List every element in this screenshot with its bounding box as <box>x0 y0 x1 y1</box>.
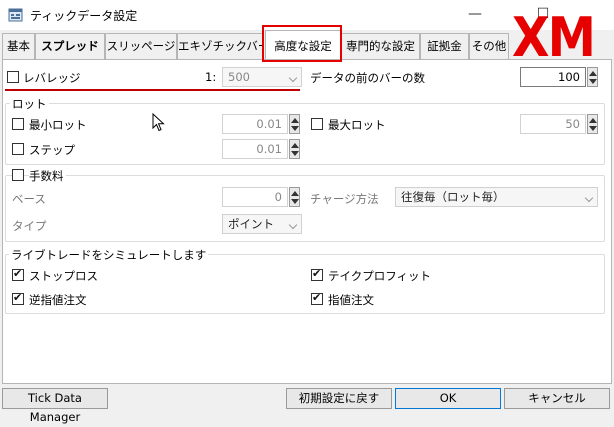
lot-group <box>5 103 605 165</box>
chevron-down-icon <box>288 73 298 83</box>
leverage-label: レバレッジ <box>23 71 81 85</box>
take-profit-checkbox[interactable] <box>311 267 323 281</box>
simulate-group <box>5 254 605 314</box>
min-lot-input[interactable]: 0.01 <box>222 114 288 134</box>
stop-loss-label: ストップロス <box>29 269 98 283</box>
step-input[interactable]: 0.01 <box>222 139 288 159</box>
max-lot-input[interactable]: 50 <box>520 114 586 134</box>
take-profit-label: テイクプロフィット <box>328 269 432 283</box>
ok-button[interactable]: OK <box>395 388 501 409</box>
xm-overlay-text: XM <box>512 6 596 69</box>
type-select[interactable]: ポイント <box>222 214 302 234</box>
red-underline <box>5 89 300 91</box>
mouse-cursor-icon <box>152 112 166 136</box>
min-lot-checkbox[interactable] <box>12 118 24 130</box>
charge-method-select[interactable]: 往復毎（ロット毎） <box>395 187 598 207</box>
limit-order-label: 指値注文 <box>328 293 374 307</box>
chevron-down-icon <box>584 193 594 203</box>
stop-loss-checkbox[interactable] <box>12 267 24 281</box>
lot-group-label: ロット <box>10 96 49 112</box>
limit-order-checkbox[interactable] <box>311 291 323 305</box>
step-label: ステップ <box>29 143 75 157</box>
tab-slippage[interactable]: スリッページ <box>105 33 177 59</box>
max-lot-checkbox[interactable] <box>311 118 323 130</box>
commission-group <box>5 175 605 242</box>
charge-method-value: 往復毎（ロット毎） <box>401 190 505 204</box>
tab-margin[interactable]: 証拠金 <box>420 33 469 59</box>
prev-bars-stepper[interactable] <box>587 67 598 87</box>
cancel-button[interactable]: キャンセル <box>504 388 610 409</box>
chevron-down-icon <box>288 220 298 230</box>
leverage-value: 500 <box>228 70 250 84</box>
leverage-prefix: 1: <box>205 70 217 84</box>
stop-order-checkbox[interactable] <box>12 291 24 305</box>
commission-checkbox[interactable] <box>12 169 24 181</box>
max-lot-stepper[interactable] <box>587 114 598 134</box>
min-lot-label: 最小ロット <box>29 118 87 132</box>
tab-other[interactable]: その他 <box>469 33 509 59</box>
prev-bars-label: データの前のバーの数 <box>310 71 425 85</box>
tab-basic[interactable]: 基本 <box>2 33 35 59</box>
leverage-select[interactable]: 500 <box>222 67 302 87</box>
tab-professional[interactable]: 専門的な設定 <box>341 33 420 59</box>
base-input[interactable]: 0 <box>222 187 288 207</box>
prev-bars-input[interactable]: 100 <box>520 67 586 87</box>
min-lot-stepper[interactable] <box>289 114 300 134</box>
max-lot-label: 最大ロット <box>328 118 386 132</box>
simulate-group-label: ライブトレードをシミュレートします <box>9 247 209 263</box>
step-checkbox[interactable] <box>12 143 24 155</box>
leverage-checkbox[interactable] <box>7 71 19 83</box>
tab-exotic-bar[interactable]: エキゾチックバー <box>177 33 263 59</box>
type-value: ポイント <box>228 217 274 231</box>
minimize-icon[interactable]: — <box>462 4 488 24</box>
base-stepper[interactable] <box>289 187 300 207</box>
step-stepper[interactable] <box>289 139 300 159</box>
tab-spread[interactable]: スプレッド <box>35 33 105 59</box>
stop-order-label: 逆指値注文 <box>29 293 87 307</box>
charge-method-label: チャージ方法 <box>310 192 379 206</box>
tick-data-manager-button[interactable]: Tick Data Manager <box>2 388 108 424</box>
tab-highlight-box <box>262 25 342 62</box>
reset-defaults-button[interactable]: 初期設定に戻す <box>286 388 392 409</box>
app-icon <box>8 7 24 23</box>
commission-group-label: 手数料 <box>29 168 66 184</box>
window-title: ティックデータ設定 <box>30 9 138 23</box>
base-label: ベース <box>12 192 46 206</box>
type-label: タイプ <box>12 219 47 233</box>
